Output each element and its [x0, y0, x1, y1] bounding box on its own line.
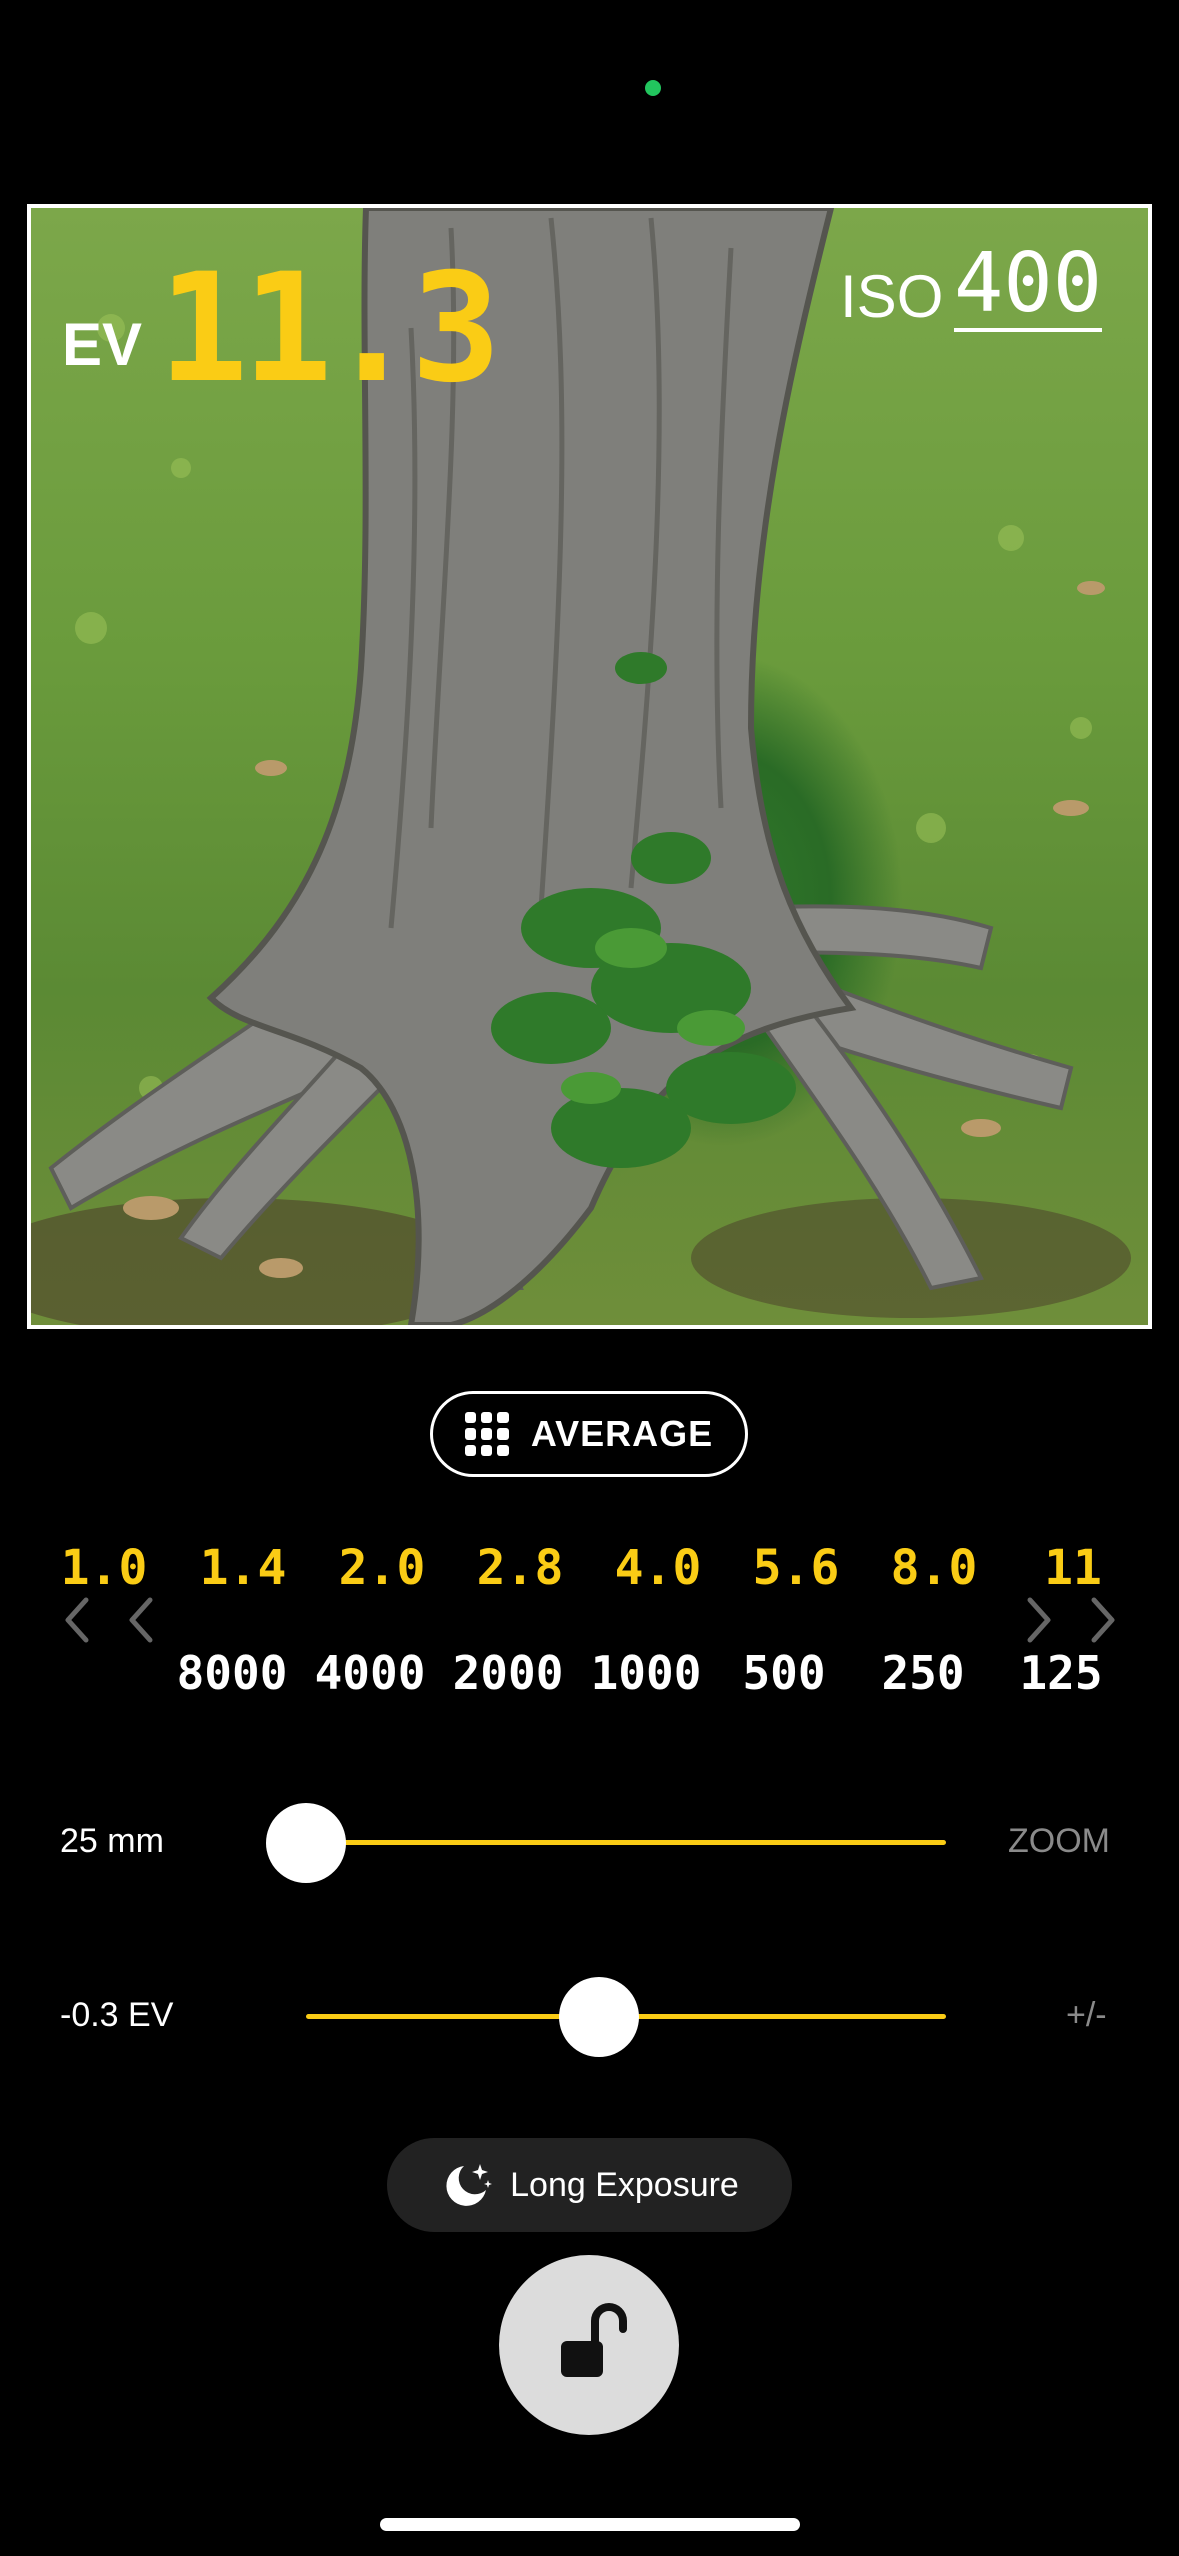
shutter-speed-value[interactable]: 500: [742, 1646, 825, 1700]
chevron-left-icon[interactable]: [58, 1594, 98, 1646]
aperture-value[interactable]: 2.0: [339, 1540, 426, 1596]
chevron-left-icon[interactable]: [122, 1594, 162, 1646]
zoom-slider-thumb[interactable]: [266, 1803, 346, 1883]
chevron-right-icon[interactable]: [1082, 1594, 1122, 1646]
unlock-icon: [561, 2303, 627, 2377]
shutter-speed-value[interactable]: 4000: [315, 1646, 426, 1700]
chevron-right-icon[interactable]: [1018, 1594, 1058, 1646]
zoom-slider-track[interactable]: [306, 1840, 946, 1845]
aperture-value[interactable]: 2.8: [477, 1540, 564, 1596]
shutter-speed-value[interactable]: 125: [1019, 1646, 1102, 1700]
metering-mode-button[interactable]: AVERAGE: [430, 1391, 748, 1477]
aperture-value[interactable]: 11: [1044, 1540, 1102, 1596]
aperture-value[interactable]: 4.0: [615, 1540, 702, 1596]
long-exposure-label: Long Exposure: [510, 2165, 739, 2204]
grid-icon: [464, 1412, 509, 1456]
iso-label: ISO: [840, 263, 944, 330]
moon-stars-icon: [446, 2164, 493, 2206]
ev-label: EV: [62, 311, 143, 378]
shutter-speed-value[interactable]: 250: [881, 1646, 964, 1700]
aperture-value[interactable]: 1.0: [61, 1540, 148, 1596]
exposure-comp-slider-thumb[interactable]: [559, 1977, 639, 2057]
exposure-comp-label: +/-: [1066, 1996, 1107, 2034]
aperture-value[interactable]: 8.0: [891, 1540, 978, 1596]
shutter-speed-value[interactable]: 8000: [177, 1646, 288, 1700]
long-exposure-button[interactable]: Long Exposure: [387, 2138, 792, 2232]
aperture-value[interactable]: 1.4: [200, 1540, 287, 1596]
ev-value: 11.3: [158, 242, 501, 416]
camera-indicator-dot: [645, 80, 661, 96]
zoom-label: ZOOM: [1008, 1822, 1110, 1860]
home-indicator: [380, 2518, 800, 2531]
zoom-value-label: 25 mm: [60, 1822, 164, 1860]
shutter-speed-value[interactable]: 2000: [453, 1646, 564, 1700]
iso-value-button[interactable]: 400: [954, 242, 1103, 332]
shutter-speed-value[interactable]: 1000: [591, 1646, 702, 1700]
metering-mode-label: AVERAGE: [530, 1413, 714, 1454]
exposure-comp-value-label: -0.3 EV: [60, 1996, 174, 2034]
exposure-lock-button[interactable]: [499, 2255, 679, 2435]
aperture-value[interactable]: 5.6: [753, 1540, 840, 1596]
